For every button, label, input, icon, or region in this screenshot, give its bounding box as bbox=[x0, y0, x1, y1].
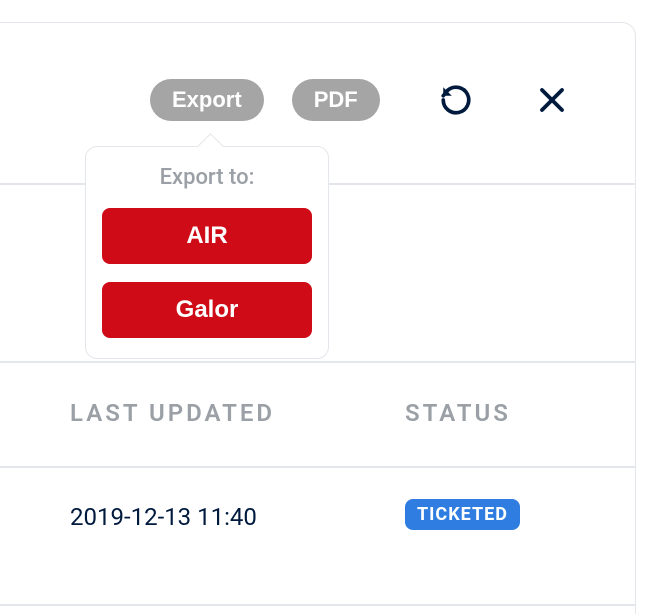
export-option-air[interactable]: AIR bbox=[102, 208, 312, 264]
popover-title: Export to: bbox=[102, 165, 312, 190]
export-button[interactable]: Export bbox=[150, 79, 264, 121]
toolbar: Export PDF bbox=[150, 79, 572, 121]
panel: Export PDF Export to: AIR Galor LAST UPD… bbox=[0, 22, 636, 614]
refresh-icon bbox=[439, 83, 473, 117]
status-badge: TICKETED bbox=[405, 499, 520, 530]
column-header-status: STATUS bbox=[405, 399, 511, 427]
divider bbox=[0, 466, 635, 468]
pdf-button[interactable]: PDF bbox=[292, 79, 380, 121]
export-popover: Export to: AIR Galor bbox=[85, 146, 329, 359]
refresh-button[interactable] bbox=[436, 80, 476, 120]
export-option-galor[interactable]: Galor bbox=[102, 282, 312, 338]
divider bbox=[0, 604, 635, 606]
column-header-last-updated: LAST UPDATED bbox=[70, 399, 275, 427]
close-button[interactable] bbox=[532, 80, 572, 120]
divider bbox=[0, 361, 635, 363]
cell-last-updated: 2019-12-13 11:40 bbox=[70, 503, 257, 531]
close-icon bbox=[537, 85, 567, 115]
